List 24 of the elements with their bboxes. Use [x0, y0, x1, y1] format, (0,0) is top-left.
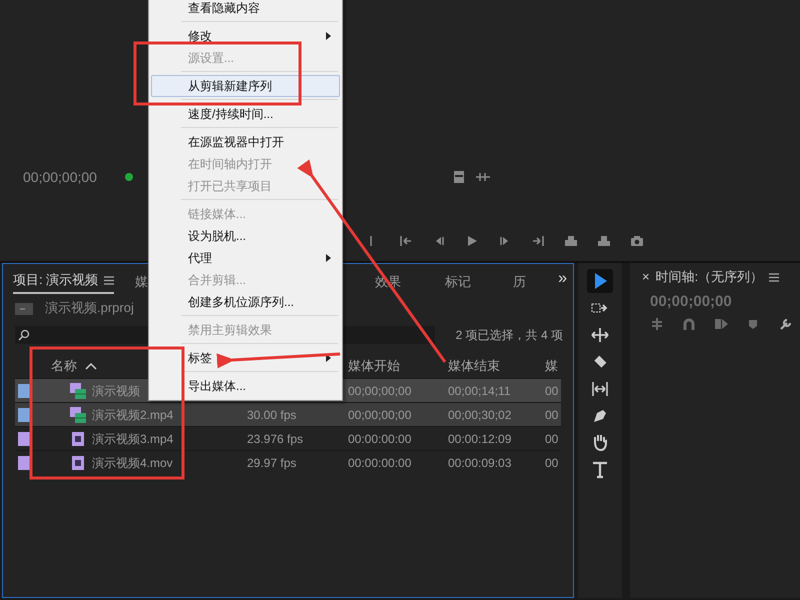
panel-title: 时间轴:（无序列） — [656, 268, 764, 286]
media-start: 00:00:00:00 — [348, 430, 412, 448]
table-cell-text: 00 — [545, 430, 560, 448]
media-start: 00;00;00;00 — [348, 382, 412, 400]
media-end: 00:00:09:03 — [448, 454, 512, 472]
clip-name: 演示视频2.mp4 — [91, 406, 174, 424]
media-end: 00:00:12:09 — [448, 430, 512, 448]
timecode: 00;00;00;00 — [23, 168, 97, 186]
media-end: 00;00;30;02 — [448, 406, 512, 424]
table-cell-text: 00 — [545, 454, 560, 472]
project-file-name: 演示视频.prproj — [45, 299, 134, 318]
table-cell-text: 00 — [545, 406, 560, 424]
frame-rate: 23.976 fps — [247, 430, 304, 448]
table-cell-text: 00 — [545, 382, 560, 400]
frame-rate: 29.97 fps — [247, 454, 298, 472]
frame-rate: 30.00 fps — [247, 406, 298, 424]
media-start: 00;00;00;00 — [348, 406, 412, 424]
media-start: 00:00:00:00 — [348, 454, 412, 472]
timecode: 00;00;00;00 — [649, 292, 733, 312]
media-end: 00;00;14;11 — [448, 382, 512, 400]
clip-name: 演示视频4.mov — [91, 454, 173, 472]
selection-summary: 2 项已选择，共 4 项 — [456, 327, 563, 344]
clip-name: 演示视频 — [91, 382, 140, 400]
clip-name: 演示视频3.mp4 — [91, 430, 174, 448]
